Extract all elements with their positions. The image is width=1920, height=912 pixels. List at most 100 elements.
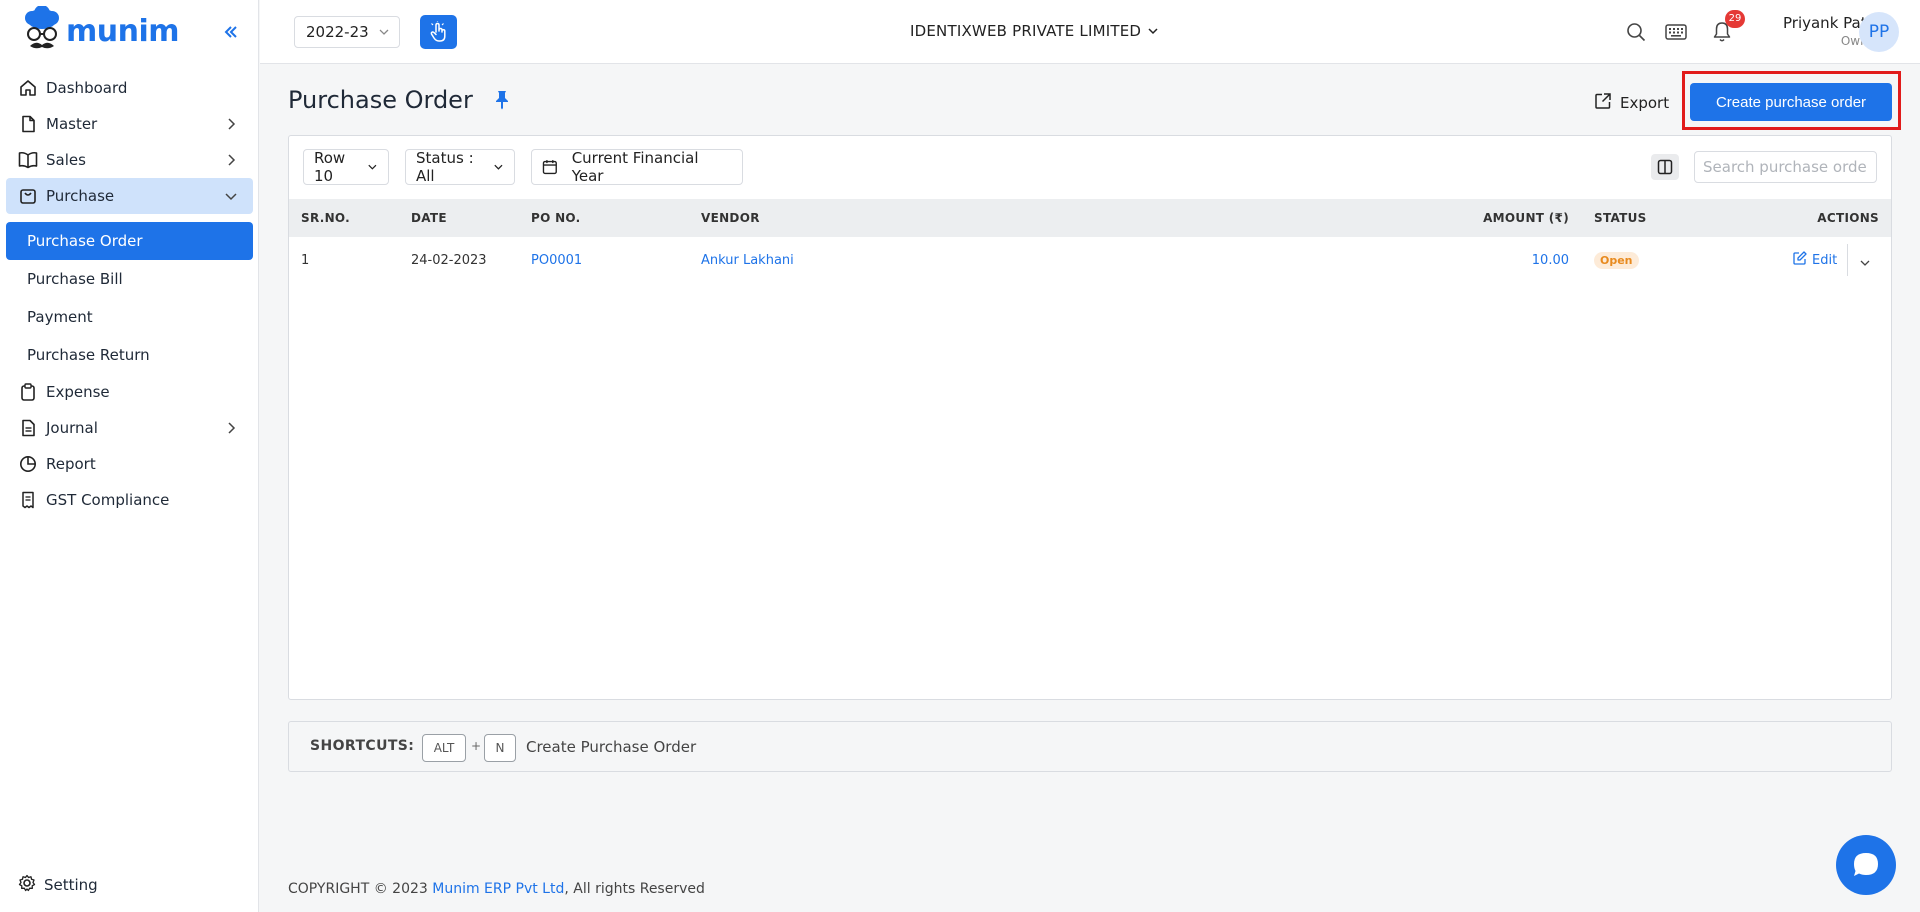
sidebar-item-master[interactable]: Master bbox=[6, 106, 253, 142]
sidebar-nav: Dashboard Master Sales Purchase Purchase… bbox=[6, 70, 253, 518]
footer-rights: , All rights Reserved bbox=[564, 881, 705, 897]
financial-year-value: 2022-23 bbox=[306, 23, 369, 41]
export-button[interactable]: Export bbox=[1594, 92, 1669, 114]
calendar-icon bbox=[542, 160, 557, 175]
edit-button[interactable]: Edit bbox=[1793, 251, 1837, 269]
home-icon bbox=[18, 78, 38, 98]
sidebar-subitem-purchase-order[interactable]: Purchase Order bbox=[6, 222, 253, 260]
chevron-right-icon bbox=[228, 154, 236, 166]
column-toggle-button[interactable] bbox=[1651, 154, 1679, 180]
avatar[interactable]: PP bbox=[1859, 12, 1899, 52]
footer-copyright: COPYRIGHT © 2023 bbox=[288, 881, 433, 897]
gear-icon bbox=[18, 874, 36, 896]
file-icon bbox=[18, 114, 38, 134]
book-icon bbox=[18, 150, 38, 170]
sidebar-item-gst-compliance[interactable]: GST Compliance bbox=[6, 482, 253, 518]
column-header-sr: SR.NO. bbox=[301, 211, 351, 225]
sidebar-item-sales[interactable]: Sales bbox=[6, 142, 253, 178]
cell-date: 24-02-2023 bbox=[411, 253, 487, 268]
chevron-down-icon bbox=[494, 164, 503, 170]
purchase-order-table-card: Row 10 Status : All Current Financial Ye… bbox=[288, 135, 1892, 700]
table-header: SR.NO. DATE PO NO. VENDOR AMOUNT (₹) STA… bbox=[289, 199, 1891, 237]
sidebar-item-label: Expense bbox=[46, 383, 110, 401]
column-header-actions: ACTIONS bbox=[1817, 211, 1879, 225]
hand-pointer-icon bbox=[430, 21, 446, 42]
sidebar-subitem-purchase-bill[interactable]: Purchase Bill bbox=[6, 260, 253, 298]
financial-year-select[interactable]: 2022-23 bbox=[294, 16, 400, 48]
shortcut-plus: + bbox=[471, 739, 482, 753]
footer: COPYRIGHT © 2023 Munim ERP Pvt Ltd, All … bbox=[288, 881, 705, 897]
notification-count-badge: 29 bbox=[1725, 10, 1745, 28]
sidebar: munim Dashboard Master Sales Purchase Pu… bbox=[0, 0, 259, 912]
sidebar-item-label: Purchase bbox=[46, 187, 115, 205]
double-chevron-left-icon bbox=[224, 26, 237, 38]
shortcut-description: Create Purchase Order bbox=[526, 738, 697, 756]
topbar: 2022-23 IDENTIXWEB PRIVATE LIMITED 29 Pr… bbox=[260, 0, 1920, 64]
sidebar-item-dashboard[interactable]: Dashboard bbox=[6, 70, 253, 106]
receipt-icon bbox=[18, 490, 38, 510]
cell-sr: 1 bbox=[301, 253, 310, 268]
sidebar-item-label: Journal bbox=[46, 419, 98, 437]
sidebar-item-purchase[interactable]: Purchase bbox=[6, 178, 253, 214]
status-filter-value: Status : All bbox=[416, 149, 474, 185]
pie-chart-icon bbox=[18, 454, 38, 474]
status-badge: Open bbox=[1594, 252, 1639, 269]
sidebar-subitem-purchase-return[interactable]: Purchase Return bbox=[6, 336, 253, 374]
keyboard-icon bbox=[1665, 24, 1687, 40]
column-header-status: STATUS bbox=[1594, 211, 1647, 225]
search-icon bbox=[1627, 23, 1646, 42]
chevron-down-icon bbox=[368, 164, 377, 170]
row-actions-dropdown[interactable] bbox=[1859, 254, 1871, 273]
chevron-down-icon bbox=[379, 29, 389, 35]
column-header-po: PO NO. bbox=[531, 211, 581, 225]
sidebar-item-setting[interactable]: Setting bbox=[18, 874, 98, 896]
munim-mascot-icon bbox=[25, 6, 59, 49]
table-row: 1 24-02-2023 PO0001 Ankur Lakhani 10.00 … bbox=[289, 238, 1891, 282]
pin-page-button[interactable] bbox=[494, 90, 510, 114]
sidebar-subitem-payment[interactable]: Payment bbox=[6, 298, 253, 336]
shortcuts-bar: SHORTCUTS: ALT + N Create Purchase Order bbox=[288, 721, 1892, 772]
sidebar-item-label: Master bbox=[46, 115, 98, 133]
collapse-sidebar-button[interactable] bbox=[220, 24, 242, 46]
search-button[interactable] bbox=[1624, 20, 1648, 44]
sidebar-item-expense[interactable]: Expense bbox=[6, 374, 253, 410]
period-filter-value: Current Financial Year bbox=[571, 149, 699, 185]
setting-label: Setting bbox=[44, 876, 98, 894]
edit-icon bbox=[1793, 251, 1807, 269]
company-name: IDENTIXWEB PRIVATE LIMITED bbox=[910, 22, 1142, 40]
rows-per-page-value: Row 10 bbox=[314, 149, 346, 185]
status-filter-select[interactable]: Status : All bbox=[405, 149, 515, 185]
export-label: Export bbox=[1620, 94, 1670, 112]
touch-mode-button[interactable] bbox=[420, 15, 457, 49]
chevron-right-icon bbox=[228, 118, 236, 130]
rows-per-page-select[interactable]: Row 10 bbox=[303, 149, 389, 185]
search-input[interactable] bbox=[1694, 151, 1877, 183]
chevron-down-icon bbox=[1860, 260, 1870, 266]
chat-bubble-icon bbox=[1854, 853, 1878, 876]
bag-icon bbox=[18, 186, 38, 206]
logo-text: munim bbox=[66, 13, 180, 49]
cell-po-link[interactable]: PO0001 bbox=[531, 253, 582, 268]
shortcut-key-n: N bbox=[484, 734, 516, 762]
sidebar-item-label: Sales bbox=[46, 151, 86, 169]
footer-brand-link[interactable]: Munim ERP Pvt Ltd bbox=[432, 881, 564, 897]
sidebar-item-label: GST Compliance bbox=[46, 491, 170, 509]
keyboard-shortcuts-button[interactable] bbox=[1664, 20, 1688, 44]
pin-icon bbox=[496, 91, 508, 110]
sidebar-item-label: Report bbox=[46, 455, 96, 473]
period-filter[interactable]: Current Financial Year bbox=[531, 149, 743, 185]
cell-vendor-link[interactable]: Ankur Lakhani bbox=[701, 253, 794, 268]
edit-label: Edit bbox=[1812, 252, 1838, 268]
create-purchase-order-button[interactable]: Create purchase order bbox=[1690, 83, 1892, 121]
column-header-date: DATE bbox=[411, 211, 447, 225]
company-selector[interactable]: IDENTIXWEB PRIVATE LIMITED bbox=[910, 22, 1159, 40]
chevron-down-icon bbox=[1148, 28, 1158, 35]
sidebar-item-journal[interactable]: Journal bbox=[6, 410, 253, 446]
action-divider bbox=[1847, 244, 1848, 276]
cell-amount-link[interactable]: 10.00 bbox=[1532, 253, 1569, 268]
page-title: Purchase Order bbox=[288, 86, 473, 114]
munim-logo[interactable]: munim bbox=[22, 6, 180, 56]
sidebar-item-report[interactable]: Report bbox=[6, 446, 253, 482]
columns-icon bbox=[1657, 159, 1673, 175]
chat-support-button[interactable] bbox=[1836, 835, 1896, 895]
